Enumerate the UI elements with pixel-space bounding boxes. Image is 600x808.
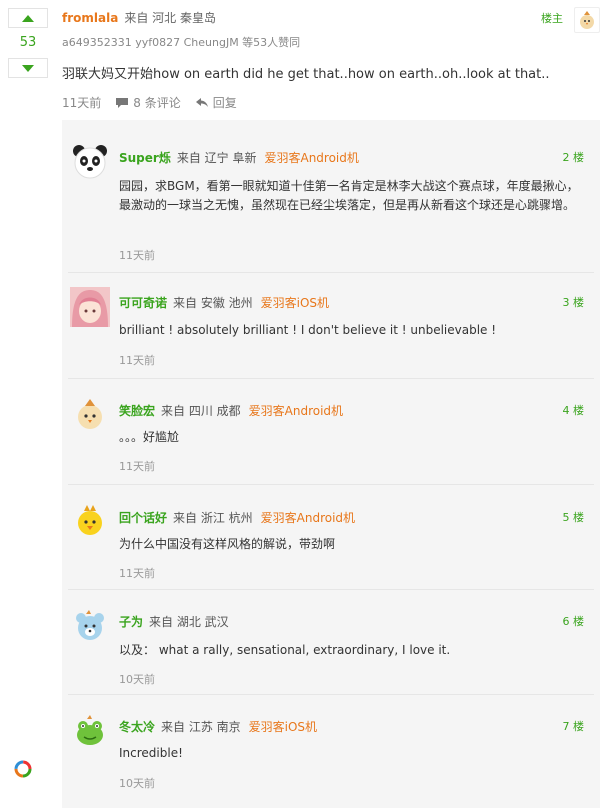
reply-username[interactable]: 子为 [119,615,143,629]
panda-avatar[interactable] [70,141,110,181]
replies-panel: Super烁 来自 辽宁 阜新 爱羽客Android机 2 楼 园园，求BGM，看第… [62,120,600,808]
reply-item: 子为 来自 湖北 武汉 6 楼 以及： what a rally, sensati… [62,590,600,695]
floor-number: 4 楼 [562,404,585,417]
reply-icon [195,97,208,107]
reply-text: 园园，求BGM，看第一眼就知道十佳第一名肯定是林李大战这个赛点球，年度最揪心，最… [119,179,579,212]
floor-number: 6 楼 [562,615,585,628]
chick-icon [78,505,102,535]
reply-time: 11天前 [119,249,155,262]
op-label: 楼主 [541,12,563,25]
floor-number: 3 楼 [562,296,585,309]
reply-location: 来自 湖北 武汉 [149,615,229,629]
reply-time: 11天前 [119,567,155,580]
anime-girl-avatar[interactable] [70,287,110,327]
reply-time: 11天前 [119,354,155,367]
reply-link[interactable]: 回复 [195,94,237,111]
reply-text: 。。。好尴尬 [119,430,180,444]
chick-icon [580,11,594,29]
reply-header: 笑脸宏 来自 四川 成都 爱羽客Android机 [119,402,343,419]
reply-item: Super烁 来自 辽宁 阜新 爱羽客Android机 2 楼 园园，求BGM，看第… [62,120,600,273]
reply-location: 来自 辽宁 阜新 [176,151,257,165]
reply-item: 冬太冷 来自 江苏 南京 爱羽客iOS机 7 楼 Incredible! 10天前 [62,695,600,808]
reply-text: brilliant ! absolutely brilliant ! I don… [119,323,497,337]
frog-icon [77,715,103,745]
reply-header: 冬太冷 来自 江苏 南京 爱羽客iOS机 [119,718,317,735]
reply-item: 可可奇诺 来自 安徽 池州 爱羽客iOS机 3 楼 brilliant ! abso… [62,273,600,379]
reply-label: 回复 [212,96,237,110]
reply-username[interactable]: Super烁 [119,151,171,165]
floor-number: 5 楼 [562,511,585,524]
arrow-down-icon [22,64,34,72]
reply-header: 子为 来自 湖北 武汉 [119,613,233,630]
downvote-button[interactable] [8,58,48,78]
reply-time: 10天前 [119,777,155,790]
chick-icon [78,399,102,429]
reply-item: 回个话好 来自 浙江 杭州 爱羽客Android机 5 楼 为什么中国没有这样风格的… [62,485,600,590]
floor-number: 2 楼 [562,151,585,164]
reply-text: 以及： what a rally, sensational, extraordi… [119,643,451,657]
op-avatar[interactable] [574,7,600,33]
reply-header: 回个话好 来自 浙江 杭州 爱羽客Android机 [119,509,355,526]
reply-location: 来自 四川 成都 [161,404,241,418]
reply-username[interactable]: 冬太冷 [119,720,155,734]
reply-text: 为什么中国没有这样风格的解说，带劲啊 [119,537,336,551]
main-location: 来自 河北 秦皇岛 [124,11,216,25]
vote-box: 53 [8,8,48,78]
main-comment-meta: 11天前 8 条评论 回复 [62,94,237,111]
floor-number: 7 楼 [562,720,585,733]
comment-icon [116,97,129,108]
frog-avatar[interactable] [70,710,110,750]
comments-count: 8 条评论 [133,96,181,110]
main-comment-text: 羽联大妈又开始how on earth did he get that..how… [62,67,550,82]
bear-icon [76,610,104,640]
reply-username[interactable]: 可可奇诺 [119,296,167,310]
bear-avatar[interactable] [70,605,110,645]
upvote-button[interactable] [8,8,48,28]
reply-app[interactable]: 爱羽客Android机 [264,151,358,165]
main-username[interactable]: fromlala [62,11,118,25]
reply-time: 11天前 [119,460,155,473]
watermark-logo [14,760,32,778]
reply-location: 来自 浙江 杭州 [173,511,253,525]
chick-avatar[interactable] [70,394,110,434]
reply-text: Incredible! [119,746,183,760]
reply-time: 10天前 [119,673,155,686]
reply-username[interactable]: 笑脸宏 [119,404,155,418]
reply-item: 笑脸宏 来自 四川 成都 爱羽客Android机 4 楼 。。。好尴尬 11天前 [62,379,600,485]
main-comment-header: fromlala 来自 河北 秦皇岛 [62,9,216,26]
panda-icon [73,145,107,179]
reply-app[interactable]: 爱羽客Android机 [261,511,355,525]
reply-app[interactable]: 爱羽客iOS机 [261,296,329,310]
reply-username[interactable]: 回个话好 [119,511,167,525]
reply-app[interactable]: 爱羽客Android机 [249,404,343,418]
arrow-up-icon [22,14,34,22]
main-time: 11天前 [62,96,102,110]
likers-list[interactable]: a649352331 yyf0827 CheungJM 等53人赞同 [62,34,300,50]
anime-girl-icon [70,287,110,327]
reply-header: Super烁 来自 辽宁 阜新 爱羽客Android机 [119,149,359,166]
reply-location: 来自 江苏 南京 [161,720,241,734]
reply-location: 来自 安徽 池州 [173,296,253,310]
chick-avatar[interactable] [70,501,110,541]
reply-header: 可可奇诺 来自 安徽 池州 爱羽客iOS机 [119,294,329,311]
vote-count: 53 [19,35,37,50]
logo-icon [14,760,32,778]
reply-app[interactable]: 爱羽客iOS机 [249,720,317,734]
comments-link[interactable]: 8 条评论 [115,94,181,111]
